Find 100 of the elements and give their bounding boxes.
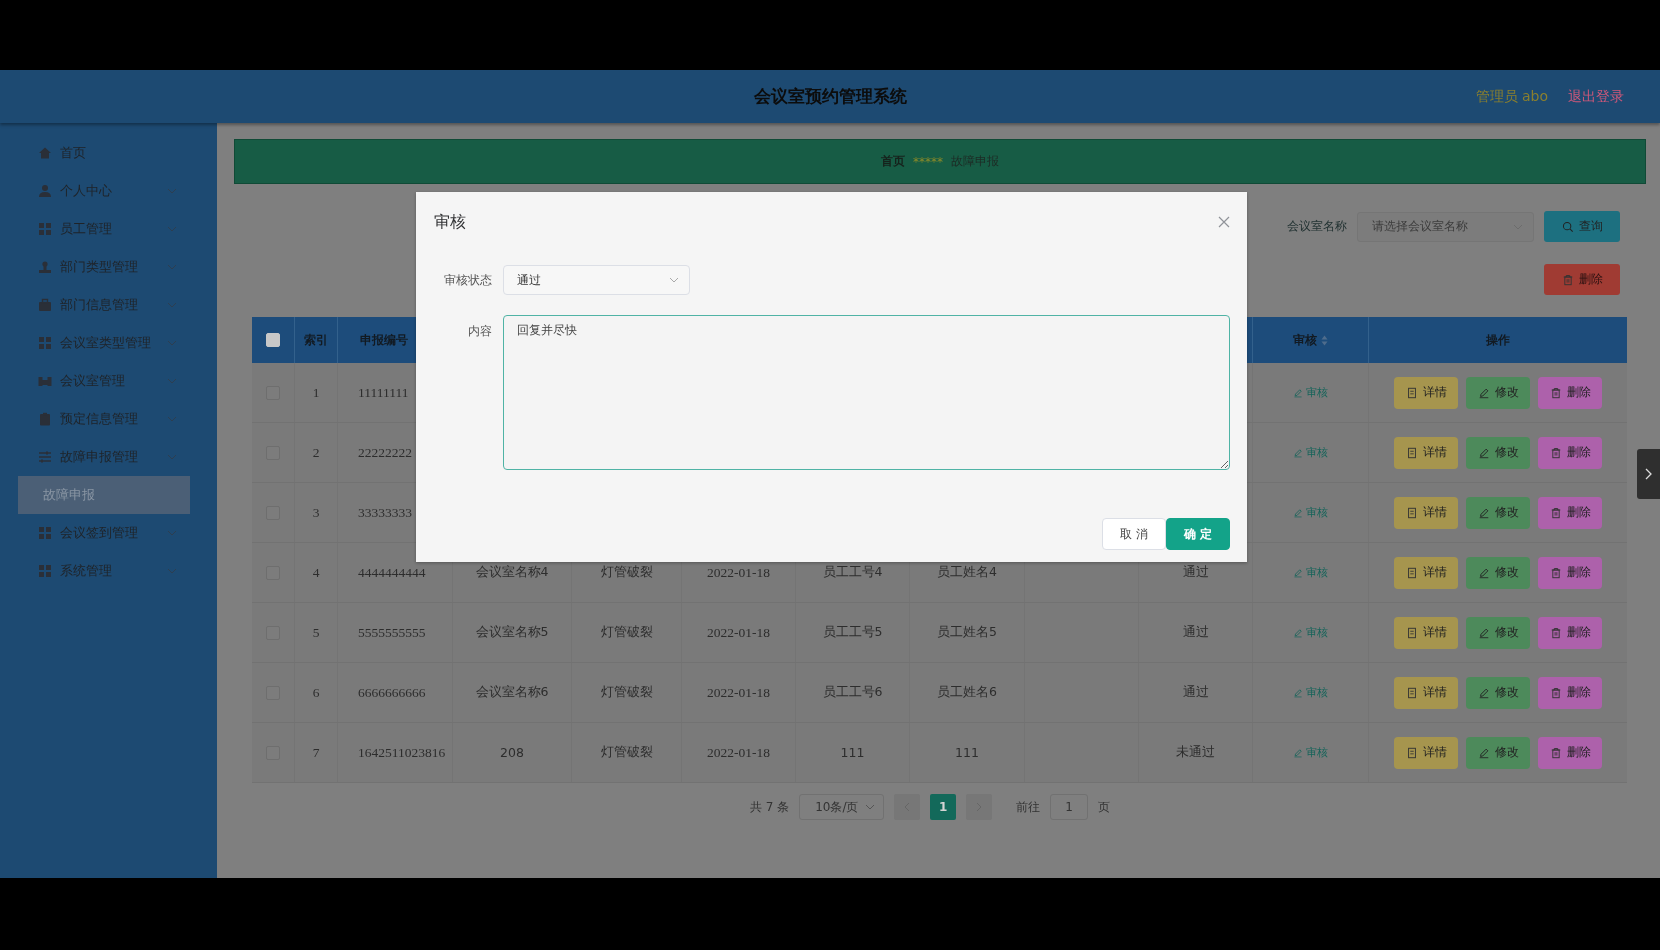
search-button[interactable]: 查询 xyxy=(1544,211,1620,242)
page-button[interactable]: 1 xyxy=(930,794,957,820)
document-icon xyxy=(1405,686,1418,699)
table-cell: 灯管破裂 xyxy=(600,624,653,641)
detail-button[interactable]: 详情 xyxy=(1394,376,1458,409)
delete-button[interactable]: 删除 xyxy=(1538,556,1602,589)
table-cell: 111 xyxy=(840,745,865,760)
table-cell: 员工姓名4 xyxy=(937,564,997,581)
table-cell: 灯管破裂 xyxy=(600,564,653,581)
dialog-title: 审核 xyxy=(434,211,466,233)
room-select[interactable]: 请选择会议室名称 xyxy=(1357,211,1534,242)
search-label: 会议室名称 xyxy=(1287,218,1347,235)
edit-button[interactable]: 修改 xyxy=(1466,436,1530,469)
sidebar-item[interactable]: 预定信息管理 xyxy=(0,400,217,438)
table-cell: 2 xyxy=(312,444,320,461)
sidebar-item[interactable]: 故障申报管理 xyxy=(0,438,217,476)
submenu-item[interactable]: 故障申报 xyxy=(18,476,190,514)
sidebar-item[interactable]: 员工管理 xyxy=(0,210,217,248)
sidebar-item[interactable]: 部门信息管理 xyxy=(0,286,217,324)
sidebar-item[interactable]: 会议室类型管理 xyxy=(0,324,217,362)
logout-link[interactable]: 退出登录 xyxy=(1568,87,1624,106)
edit-button[interactable]: 修改 xyxy=(1466,556,1530,589)
audit-link[interactable]: 审核 xyxy=(1293,745,1328,760)
delete-button[interactable]: 删除 xyxy=(1538,376,1602,409)
chevron-down-icon xyxy=(865,804,876,810)
edit-button[interactable]: 修改 xyxy=(1466,736,1530,769)
pencil-icon xyxy=(1477,446,1490,459)
status-select[interactable]: 通过 xyxy=(503,265,690,295)
sidebar-item[interactable]: 个人中心 xyxy=(0,172,217,210)
detail-button[interactable]: 详情 xyxy=(1394,556,1458,589)
previous-page-button[interactable] xyxy=(894,794,921,820)
trash-icon xyxy=(1549,746,1562,759)
audit-link[interactable]: 审核 xyxy=(1293,505,1328,520)
field-label: 审核状态 xyxy=(443,271,492,289)
close-icon[interactable] xyxy=(1218,216,1230,228)
document-icon xyxy=(1405,566,1418,579)
checkbox[interactable] xyxy=(266,333,280,347)
sort-icon[interactable] xyxy=(1321,334,1328,346)
detail-button[interactable]: 详情 xyxy=(1394,676,1458,709)
audit-link[interactable]: 审核 xyxy=(1293,565,1328,580)
edit-button[interactable]: 修改 xyxy=(1466,616,1530,649)
content-field[interactable]: 回复并尽快 xyxy=(503,315,1230,470)
table-cell: 5 xyxy=(312,624,320,641)
briefcase-icon xyxy=(38,298,52,312)
grid-icon xyxy=(38,222,52,236)
delete-button[interactable]: 删除 xyxy=(1538,436,1602,469)
edit-button[interactable]: 修改 xyxy=(1466,676,1530,709)
trash-icon xyxy=(1561,273,1574,286)
table-cell: 灯管破裂 xyxy=(600,744,653,761)
table-cell: 33333333 xyxy=(358,504,412,521)
edit-button[interactable]: 修改 xyxy=(1466,376,1530,409)
home-icon xyxy=(38,146,52,160)
pencil-icon xyxy=(1477,386,1490,399)
page-size-select[interactable]: 10条/页 xyxy=(799,794,885,820)
detail-button[interactable]: 详情 xyxy=(1394,436,1458,469)
chevron-right-icon xyxy=(1645,468,1652,480)
breadcrumb-item[interactable]: 首页 xyxy=(881,153,905,170)
table-cell: 员工工号6 xyxy=(822,684,883,701)
breadcrumb-separator: ***** xyxy=(913,154,943,169)
pencil-icon xyxy=(1477,506,1490,519)
trash-icon xyxy=(1549,446,1562,459)
table-cell: 11111111 xyxy=(358,384,409,401)
table-cell: 2022-01-18 xyxy=(707,744,770,761)
sidebar-item[interactable]: 会议室管理 xyxy=(0,362,217,400)
table-cell: 111 xyxy=(955,745,979,760)
sidebar-item[interactable]: 首页 xyxy=(0,134,217,172)
delete-button[interactable]: 删除 xyxy=(1538,496,1602,529)
pencil-icon xyxy=(1477,566,1490,579)
table-cell: 通过 xyxy=(1182,684,1209,701)
document-icon xyxy=(1405,746,1418,759)
column-header: 操作 xyxy=(1486,331,1510,349)
audit-link[interactable]: 审核 xyxy=(1293,685,1328,700)
pencil-icon xyxy=(1293,447,1303,458)
detail-button[interactable]: 详情 xyxy=(1394,736,1458,769)
table-cell: 22222222 xyxy=(358,444,412,461)
expand-tab[interactable] xyxy=(1637,449,1660,499)
delete-button[interactable]: 删除 xyxy=(1538,736,1602,769)
table-cell: 员工工号4 xyxy=(822,564,883,581)
next-page-button[interactable] xyxy=(966,794,993,820)
sidebar-item[interactable]: 系统管理 xyxy=(0,552,217,590)
table-cell: 3 xyxy=(312,504,320,521)
page-input[interactable]: 1 xyxy=(1050,794,1089,820)
total-count: 共 7 条 xyxy=(749,798,790,816)
edit-button[interactable]: 修改 xyxy=(1466,496,1530,529)
audit-link[interactable]: 审核 xyxy=(1293,445,1328,460)
table-cell: 4 xyxy=(312,564,320,581)
sidebar-item[interactable]: 会议签到管理 xyxy=(0,514,217,552)
audit-link[interactable]: 审核 xyxy=(1293,625,1328,640)
app-title: 会议室预约管理系统 xyxy=(753,85,907,108)
confirm-button[interactable]: 确 定 xyxy=(1166,518,1230,550)
delete-button[interactable]: 删除 xyxy=(1538,676,1602,709)
audit-link[interactable]: 审核 xyxy=(1293,385,1328,400)
pencil-icon xyxy=(1293,747,1303,758)
column-header[interactable]: 审核 xyxy=(1293,331,1317,349)
detail-button[interactable]: 详情 xyxy=(1394,616,1458,649)
sidebar-item[interactable]: 部门类型管理 xyxy=(0,248,217,286)
detail-button[interactable]: 详情 xyxy=(1394,496,1458,529)
delete-button[interactable]: 删除 xyxy=(1538,616,1602,649)
delete-button[interactable]: 删除 xyxy=(1544,264,1620,295)
cancel-button[interactable]: 取 消 xyxy=(1102,518,1166,550)
